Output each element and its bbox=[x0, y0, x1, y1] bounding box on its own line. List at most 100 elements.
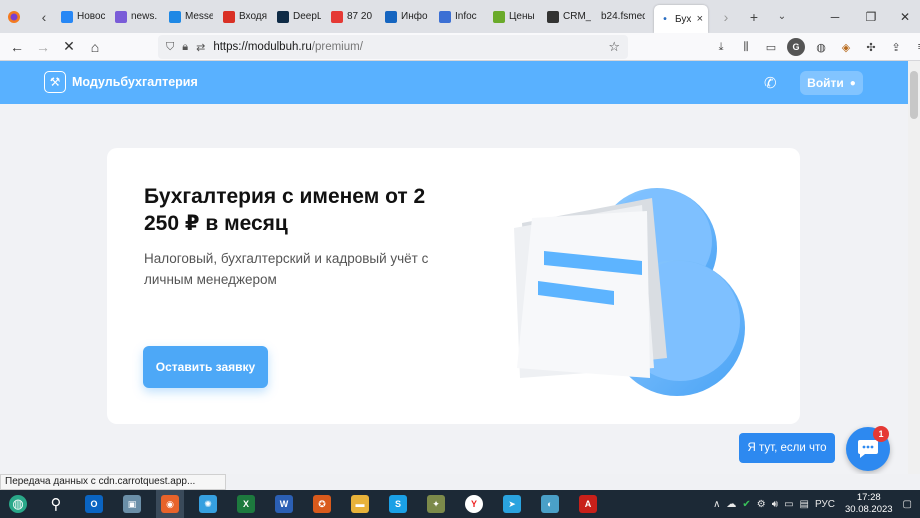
tab-9[interactable]: CRM_ bbox=[542, 4, 596, 30]
tab-1[interactable]: news. bbox=[110, 4, 164, 30]
extension-g-icon[interactable]: G bbox=[787, 38, 805, 56]
lock-icon[interactable]: 🔒︎ bbox=[182, 41, 188, 54]
tab-label: CRM_ bbox=[563, 11, 591, 22]
logo-icon: ⚒ bbox=[44, 71, 66, 93]
taskbar-app-13[interactable]: ➤ bbox=[498, 490, 526, 518]
messenger-icon bbox=[169, 10, 181, 23]
library-icon[interactable]: ⫼ bbox=[737, 38, 755, 56]
scrollbar-thumb[interactable] bbox=[910, 71, 918, 119]
app-icon: ✺ bbox=[199, 495, 217, 513]
chat-notification-badge: 1 bbox=[873, 426, 889, 442]
news-icon bbox=[115, 10, 127, 23]
page-scrollbar[interactable] bbox=[908, 61, 920, 474]
browser-navbar: ← → ✕ ⌂ ⛉ 🔒︎ ⇄ https://modulbuh.ru/premi… bbox=[0, 33, 920, 61]
taskbar-app-2[interactable]: O bbox=[80, 490, 108, 518]
user-icon: ● bbox=[849, 77, 856, 89]
site-logo[interactable]: ⚒ Модульбухгалтерия bbox=[44, 71, 198, 93]
tab-label: Новос bbox=[77, 11, 105, 22]
infoc-icon bbox=[439, 10, 451, 23]
tab-label: news. bbox=[131, 11, 158, 22]
tray-app-icon[interactable]: ⚙ bbox=[757, 499, 766, 510]
tab-active[interactable]: • Бух × bbox=[654, 5, 708, 33]
taskbar-app-15[interactable]: A bbox=[574, 490, 602, 518]
taskbar-app-7[interactable]: W bbox=[270, 490, 298, 518]
tab-scroll-left-icon[interactable]: ‹ bbox=[32, 5, 56, 29]
new-tab-icon[interactable]: + bbox=[742, 5, 766, 29]
login-button[interactable]: Войти ● bbox=[800, 71, 863, 95]
address-bar[interactable]: ⛉ 🔒︎ ⇄ https://modulbuh.ru/premium/ ☆ bbox=[158, 35, 628, 59]
firefox-menu-icon[interactable] bbox=[2, 5, 26, 29]
taskbar-app-11[interactable]: ✦ bbox=[422, 490, 450, 518]
taskbar-app-8[interactable]: ✪ bbox=[308, 490, 336, 518]
home-icon[interactable]: ⌂ bbox=[82, 34, 108, 60]
tab-7[interactable]: Infoc bbox=[434, 4, 488, 30]
network-icon[interactable]: ▭ bbox=[784, 499, 793, 510]
tray-app-icon[interactable]: ▤ bbox=[800, 499, 809, 510]
extension-fox-icon[interactable]: ◈ bbox=[837, 38, 855, 56]
extensions-puzzle-icon[interactable]: ✣ bbox=[862, 38, 880, 56]
tab-label: Инфо bbox=[401, 11, 428, 22]
tab-6[interactable]: Инфо bbox=[380, 4, 434, 30]
search-icon: ⚲ bbox=[50, 496, 62, 513]
restore-window-icon[interactable]: ❐ bbox=[852, 0, 890, 33]
tab-label: 87 20 bbox=[347, 11, 373, 22]
menu-hamburger-icon[interactable]: ≡ bbox=[912, 38, 920, 56]
permissions-icon[interactable]: ⇄ bbox=[196, 41, 205, 54]
excel-icon: X bbox=[237, 495, 255, 513]
skype-icon: S bbox=[389, 495, 407, 513]
list-tabs-icon[interactable]: ⌄ bbox=[770, 5, 794, 29]
loading-dot-icon: • bbox=[663, 13, 667, 25]
site-header: ⚒ Модульбухгалтерия ✆ Войти ● bbox=[0, 61, 908, 104]
taskbar-app-12[interactable]: Y bbox=[460, 490, 488, 518]
close-window-icon[interactable]: ✕ bbox=[886, 0, 920, 33]
submit-request-button[interactable]: Оставить заявку bbox=[143, 346, 268, 388]
taskbar-app-0[interactable]: ◍ bbox=[4, 490, 32, 518]
tray-app-icon[interactable]: ☁ bbox=[726, 499, 736, 510]
sidebar-icon[interactable]: ▭ bbox=[762, 38, 780, 56]
taskbar-app-5[interactable]: ✺ bbox=[194, 490, 222, 518]
show-hidden-icons-icon[interactable]: ∧ bbox=[713, 499, 720, 510]
tab-label: Входя bbox=[239, 11, 267, 22]
tab-8[interactable]: Цены bbox=[488, 4, 542, 30]
telegram-icon: ➤ bbox=[503, 495, 521, 513]
phone-icon[interactable]: ✆ bbox=[764, 74, 777, 92]
shield-icon[interactable]: ⛉ bbox=[166, 41, 174, 54]
notifications-icon[interactable]: ▢ bbox=[903, 499, 912, 510]
tab-4[interactable]: DeepL bbox=[272, 4, 326, 30]
tab-10[interactable]: b24.fsmed bbox=[596, 4, 650, 30]
tab-scroll-right-icon[interactable]: › bbox=[714, 5, 738, 29]
globe-icon[interactable]: ◍ bbox=[812, 38, 830, 56]
taskbar-app-9[interactable]: ▬ bbox=[346, 490, 374, 518]
share-icon[interactable]: ⇪ bbox=[887, 38, 905, 56]
taskbar-app-10[interactable]: S bbox=[384, 490, 412, 518]
yandex-icon: Y bbox=[465, 495, 483, 513]
tab-2[interactable]: Messe bbox=[164, 4, 218, 30]
tab-3[interactable]: Входя bbox=[218, 4, 272, 30]
help-bubble[interactable]: Я тут, если что bbox=[739, 433, 835, 463]
volume-icon[interactable]: 🔊︎ bbox=[772, 499, 778, 510]
forward-icon[interactable]: → bbox=[30, 34, 56, 60]
minimize-window-icon[interactable]: ─ bbox=[816, 0, 854, 33]
taskbar-app-1[interactable]: ⚲ bbox=[42, 490, 70, 518]
browser-tab-strip: ‹ Новос news. Messe Входя DeepL 87 20 Инфо Info… bbox=[0, 0, 920, 33]
tab-0[interactable]: Новос bbox=[56, 4, 110, 30]
taskbar-app-3[interactable]: ▣ bbox=[118, 490, 146, 518]
windows-taskbar: ◍ ⚲ O ▣ ◉ ✺ X W ✪ ▬ S ✦ Y ➤ ◐ A ∧ ☁ ✔ ⚙ 🔊︎ ▭ ▤ РУС 17:2… bbox=[0, 490, 920, 518]
tab-5[interactable]: 87 20 bbox=[326, 4, 380, 30]
stop-loading-icon[interactable]: ✕ bbox=[56, 34, 82, 60]
tray-check-icon[interactable]: ✔ bbox=[742, 499, 750, 510]
language-indicator[interactable]: РУС bbox=[815, 499, 835, 510]
close-tab-icon[interactable]: × bbox=[697, 13, 703, 25]
taskbar-app-14[interactable]: ◐ bbox=[536, 490, 564, 518]
gmail-icon bbox=[223, 10, 235, 23]
windows-start-icon: ◍ bbox=[9, 495, 27, 513]
taskbar-app-6[interactable]: X bbox=[232, 490, 260, 518]
tab-label: DeepL bbox=[293, 11, 321, 22]
bookmark-star-icon[interactable]: ☆ bbox=[608, 39, 620, 55]
word-icon: W bbox=[275, 495, 293, 513]
clock[interactable]: 17:28 30.08.2023 bbox=[845, 492, 893, 516]
login-label: Войти bbox=[807, 76, 844, 90]
taskbar-app-4[interactable]: ◉ bbox=[156, 490, 184, 518]
downloads-icon[interactable]: ⤓ bbox=[712, 38, 730, 56]
back-icon[interactable]: ← bbox=[4, 34, 30, 60]
